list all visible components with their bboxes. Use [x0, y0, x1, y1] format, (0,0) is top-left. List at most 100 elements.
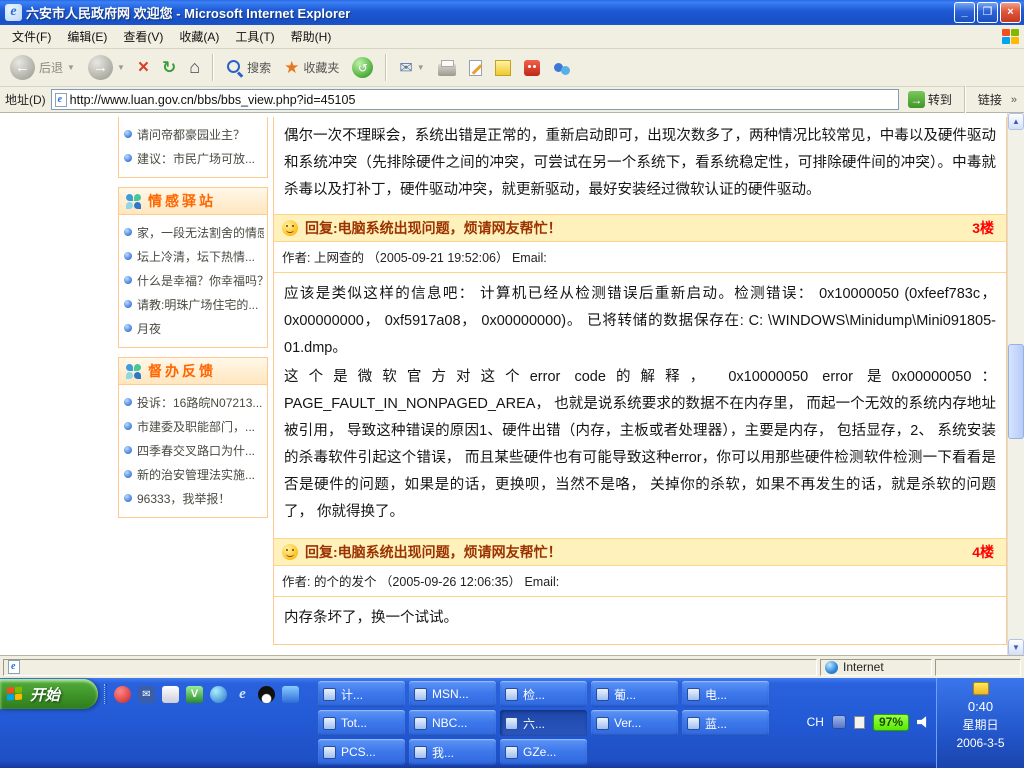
sidebar-link-label: 四季春交叉路口为什... [137, 442, 255, 459]
taskbar-button[interactable]: 检... [500, 681, 587, 707]
mail-button[interactable]: ✉ ▼ [395, 56, 428, 80]
sidebar-link-label: 市建委及职能部门，... [137, 418, 255, 435]
menu-edit[interactable]: 编辑(E) [59, 25, 115, 48]
section-title: 督办反馈 [148, 361, 216, 381]
language-indicator[interactable]: CH [807, 715, 824, 729]
tray-time: 0:40 [968, 698, 993, 716]
app-icon [505, 746, 518, 759]
go-button[interactable]: → 转到 [904, 90, 956, 109]
taskbar-button[interactable]: Tot... [318, 710, 405, 736]
menu-tools[interactable]: 工具(T) [227, 25, 282, 48]
scrollbar-thumb[interactable] [1008, 344, 1024, 439]
taskbar-button[interactable]: PCS... [318, 739, 405, 765]
reply-body: 内存条坏了，换一个试试。 [274, 597, 1006, 644]
notepad-icon[interactable] [162, 686, 179, 703]
task-label: 我... [432, 744, 454, 761]
sidebar-link[interactable]: 四季春交叉路口为什... [122, 438, 264, 462]
edit-button[interactable] [465, 58, 486, 78]
print-button[interactable] [434, 58, 460, 78]
minimize-button[interactable]: _ [954, 2, 975, 23]
refresh-icon: ↻ [162, 58, 176, 78]
qq-icon[interactable] [258, 686, 275, 703]
titlebar[interactable]: e 六安市人民政府网 欢迎您 - Microsoft Internet Expl… [0, 0, 1024, 25]
taskbar-button[interactable]: GZe... [500, 739, 587, 765]
reply-paragraph: 内存条坏了，换一个试试。 [284, 605, 996, 632]
links-label[interactable]: 链接 [974, 91, 1006, 108]
sidebar-link[interactable]: 建议：市民广场可放... [122, 146, 264, 170]
taskbar-button[interactable]: NBC... [409, 710, 496, 736]
stop-button[interactable]: × [134, 56, 153, 80]
bullet-icon [124, 446, 132, 454]
thread-main: 偶尔一次不理睬会，系统出错是正常的，重新启动即可，出现次数多了，两种情况比较常见… [273, 117, 1007, 645]
address-input[interactable] [70, 93, 895, 107]
volume-icon[interactable] [917, 716, 930, 728]
section-header: 情感驿站 [119, 188, 267, 215]
toolbar-separator [964, 86, 966, 113]
close-button[interactable]: × [1000, 2, 1021, 23]
menu-favorites[interactable]: 收藏(A) [171, 25, 227, 48]
forward-button[interactable]: → ▼ [84, 53, 129, 82]
people-icon [553, 60, 571, 76]
clipboard-icon[interactable] [854, 716, 865, 729]
sidebar-link[interactable]: 投诉：16路皖N07213... [122, 390, 264, 414]
sidebar-section-feedback: 督办反馈 投诉：16路皖N07213... 市建委及职能部门，... [118, 357, 268, 518]
history-button[interactable]: ↺ [348, 55, 377, 80]
windows-logo-icon [1002, 29, 1020, 45]
status-zone-panel: Internet [820, 659, 932, 676]
messenger-icon[interactable] [282, 686, 299, 703]
input-method-icon[interactable] [832, 715, 846, 729]
sidebar-link[interactable]: 请问帝都豪园业主？ [122, 122, 264, 146]
taskbar-button[interactable]: 计... [318, 681, 405, 707]
search-button[interactable]: 搜索 [222, 57, 275, 78]
menu-file[interactable]: 文件(F) [4, 25, 59, 48]
taskbar-button[interactable]: Ver... [591, 710, 678, 736]
taskbar-button-active[interactable]: 六... [500, 710, 587, 736]
scroll-up-button[interactable]: ▲ [1008, 113, 1024, 130]
sidebar-link-label: 96333，我举报！ [137, 490, 230, 507]
taskbar-button[interactable]: MSN... [409, 681, 496, 707]
mail-icon: ✉ [399, 58, 412, 78]
reply-author: 作者: 上网查的 （2005-09-21 19:52:06） Email: [274, 242, 1006, 273]
sidebar-link[interactable]: 什么是幸福？你幸福吗？ [122, 268, 264, 292]
bullet-icon [124, 324, 132, 332]
scrollbar-track[interactable] [1008, 130, 1024, 639]
back-button[interactable]: ← 后退 ▼ [6, 53, 79, 82]
sidebar-link[interactable]: 96333，我举报！ [122, 486, 264, 510]
clock-panel[interactable]: 0:40 星期日 2006-3-5 [936, 678, 1024, 768]
sidebar-link[interactable]: 月夜 [122, 316, 264, 340]
quick-launch-bar: ✉ V e [104, 682, 299, 706]
favorites-button[interactable]: ★ 收藏夹 [280, 56, 343, 80]
menu-help[interactable]: 帮助(H) [283, 25, 340, 48]
mail-icon[interactable]: ✉ [138, 686, 155, 703]
antivirus-icon[interactable]: V [186, 686, 203, 703]
taskbar-button[interactable]: 葡... [591, 681, 678, 707]
chevron-right-icon[interactable]: » [1011, 94, 1019, 106]
messenger-button[interactable] [520, 58, 544, 78]
home-button[interactable]: ⌂ [185, 55, 204, 80]
contacts-button[interactable] [549, 58, 575, 78]
sidebar-link[interactable]: 坛上冷清，坛下热情... [122, 244, 264, 268]
smiley-icon [282, 544, 298, 560]
menu-view[interactable]: 查看(V) [115, 25, 171, 48]
battery-indicator[interactable]: 97% [873, 714, 909, 731]
taskbar-button[interactable]: 我... [409, 739, 496, 765]
internet-explorer-icon[interactable]: e [234, 686, 251, 703]
taskbar-button[interactable]: 蓝... [682, 710, 769, 736]
taskbar-button[interactable]: 电... [682, 681, 769, 707]
sidebar-link-label: 投诉：16路皖N07213... [137, 394, 262, 411]
sidebar-link[interactable]: 请教:明珠广场住宅的... [122, 292, 264, 316]
start-button[interactable]: 开始 [0, 679, 98, 709]
toolbar-grip[interactable] [104, 684, 107, 704]
sidebar-link[interactable]: 新的治安管理法实施... [122, 462, 264, 486]
media-player-icon[interactable] [114, 686, 131, 703]
network-icon[interactable] [210, 686, 227, 703]
discuss-button[interactable] [491, 58, 515, 78]
scroll-down-button[interactable]: ▼ [1008, 639, 1024, 656]
vertical-scrollbar[interactable]: ▲ ▼ [1007, 113, 1024, 656]
refresh-button[interactable]: ↻ [158, 56, 180, 80]
sidebar-link[interactable]: 家，一段无法割舍的情感 [122, 220, 264, 244]
maximize-button[interactable]: ❐ [977, 2, 998, 23]
security-alert-icon[interactable] [973, 682, 989, 695]
sidebar-link[interactable]: 市建委及职能部门，... [122, 414, 264, 438]
app-icon [505, 688, 518, 701]
